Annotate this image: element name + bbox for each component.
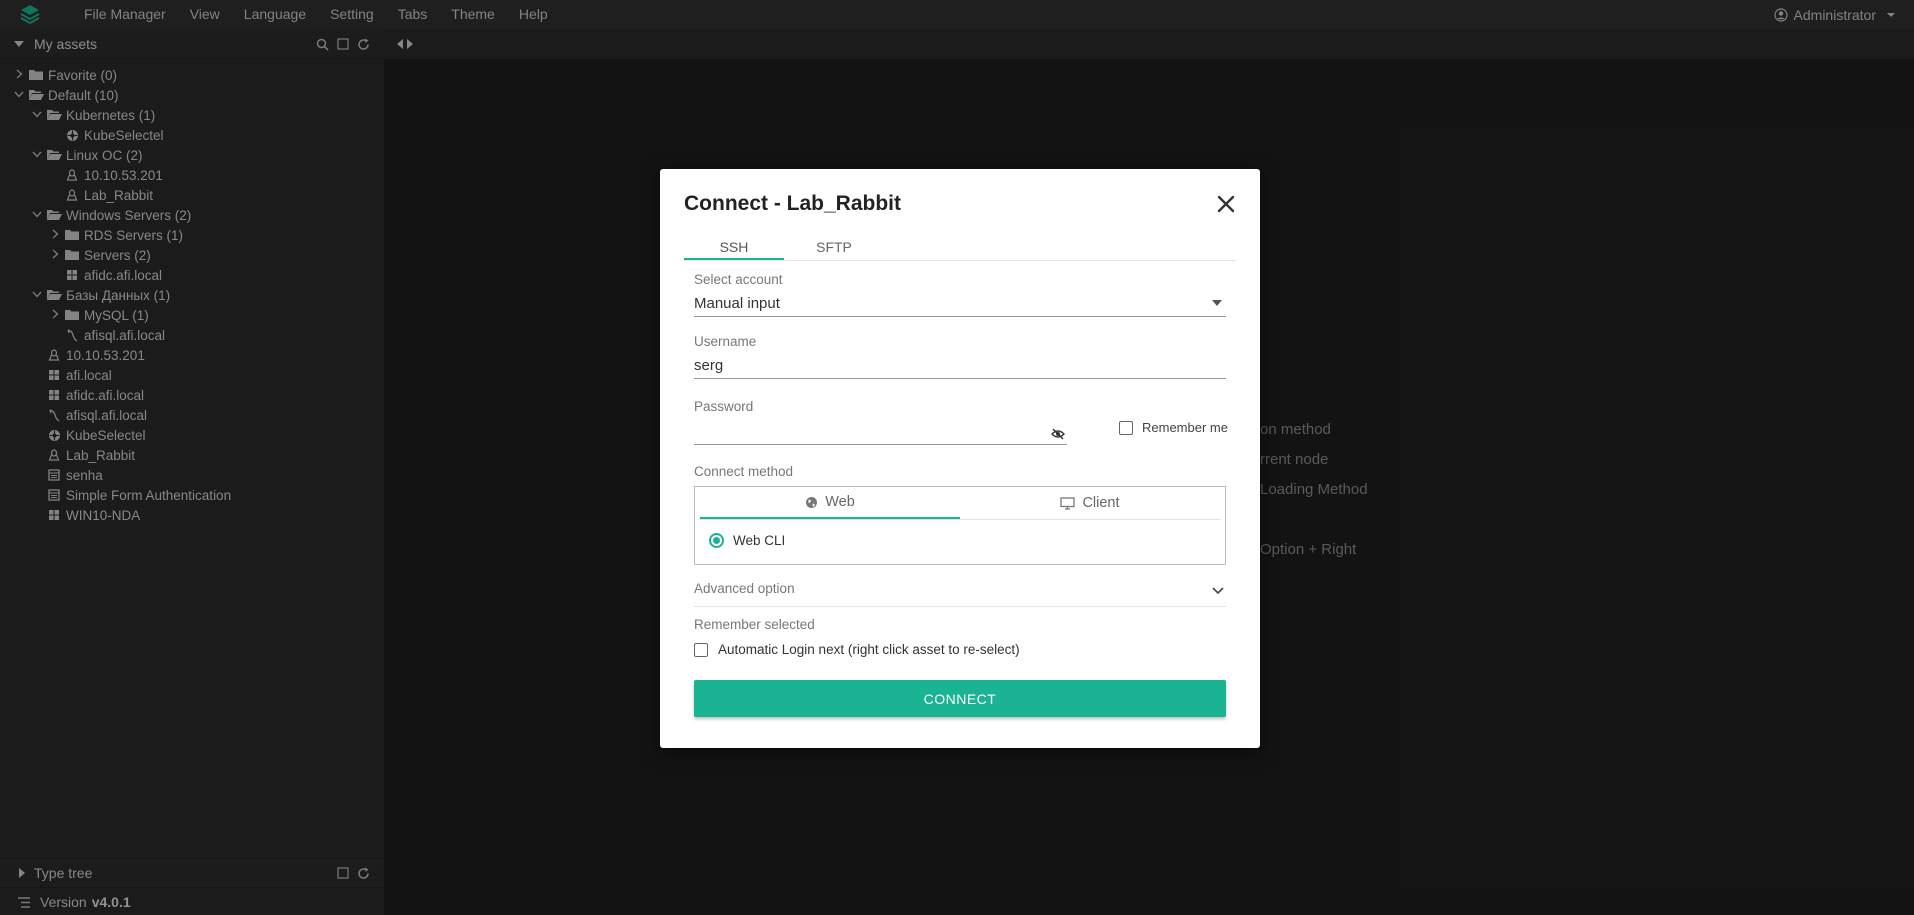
username-value: serg <box>694 357 724 374</box>
advanced-option-row[interactable]: Advanced option <box>694 581 1226 607</box>
connect-method-label: Connect method <box>694 464 794 479</box>
monitor-icon <box>1060 496 1076 510</box>
dialog-title: Connect - Lab_Rabbit <box>684 192 902 215</box>
remember-me-checkbox[interactable]: Remember me <box>1119 420 1228 435</box>
remember-me-box[interactable] <box>1119 420 1133 435</box>
auto-login-box[interactable] <box>694 642 708 657</box>
connect-method-tabs: Web Client <box>700 487 1220 520</box>
protocol-tabs: SSH SFTP <box>684 233 1236 261</box>
username-label: Username <box>694 334 757 349</box>
tab-sftp[interactable]: SFTP <box>784 233 884 260</box>
account-label: Select account <box>694 272 783 287</box>
chevron-down-icon <box>1212 587 1224 595</box>
eye-slash-icon[interactable] <box>1051 428 1065 440</box>
method-tab-web[interactable]: Web <box>700 487 960 519</box>
connect-method-box: Web Client Web CLI <box>694 486 1226 565</box>
dropdown-arrow-icon <box>1212 300 1222 306</box>
web-cli-radio[interactable] <box>709 533 724 548</box>
password-label: Password <box>694 399 754 414</box>
auto-login-label: Automatic Login next (right click asset … <box>718 642 1020 657</box>
advanced-option-label: Advanced option <box>694 581 795 596</box>
method-tab-web-label: Web <box>825 494 855 510</box>
close-icon[interactable] <box>1214 192 1238 216</box>
web-cli-option[interactable]: Web CLI <box>709 533 785 548</box>
account-select[interactable]: Manual input <box>694 293 1226 317</box>
username-field[interactable]: serg <box>694 355 1226 379</box>
connect-dialog: Connect - Lab_Rabbit SSH SFTP Select acc… <box>660 169 1260 748</box>
globe-icon <box>806 496 818 508</box>
method-tab-client-label: Client <box>1082 495 1120 511</box>
password-field[interactable] <box>694 421 1067 445</box>
remember-me-label: Remember me <box>1142 420 1228 435</box>
method-tab-client[interactable]: Client <box>960 487 1220 519</box>
tab-ssh[interactable]: SSH <box>684 233 784 260</box>
auto-login-checkbox[interactable]: Automatic Login next (right click asset … <box>694 642 1020 657</box>
remember-selected-label: Remember selected <box>694 617 815 632</box>
connect-button[interactable]: CONNECT <box>694 680 1226 717</box>
account-select-value: Manual input <box>694 295 780 312</box>
web-cli-label: Web CLI <box>733 533 786 548</box>
